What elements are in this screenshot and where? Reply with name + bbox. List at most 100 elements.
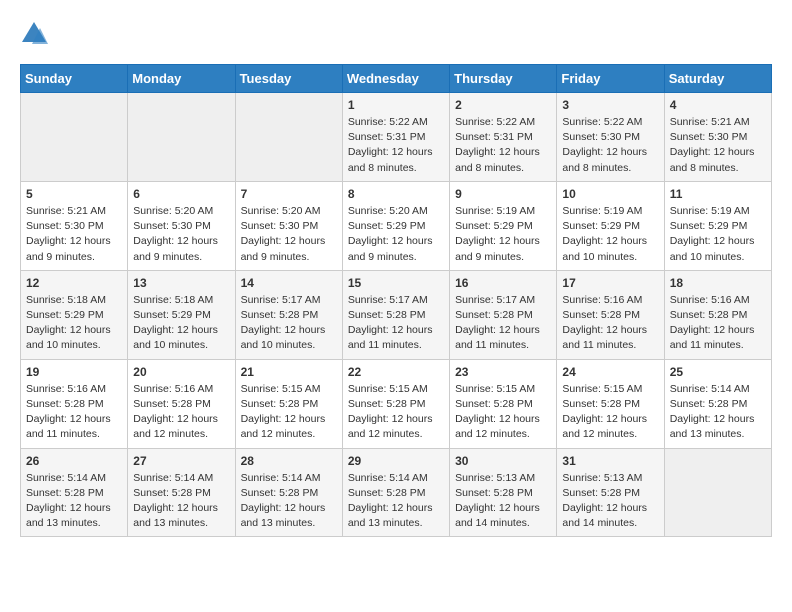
- header-row: SundayMondayTuesdayWednesdayThursdayFrid…: [21, 65, 772, 93]
- header-cell-monday: Monday: [128, 65, 235, 93]
- day-number: 26: [26, 454, 122, 468]
- day-cell: 4Sunrise: 5:21 AM Sunset: 5:30 PM Daylig…: [664, 93, 771, 182]
- day-cell: 8 Sunrise: 5:20 AM Sunset: 5:29 PM Daylig…: [342, 181, 449, 270]
- day-cell: 19Sunrise: 5:16 AM Sunset: 5:28 PM Dayli…: [21, 359, 128, 448]
- day-cell: 1Sunrise: 5:22 AM Sunset: 5:31 PM Daylig…: [342, 93, 449, 182]
- day-cell: 14Sunrise: 5:17 AM Sunset: 5:28 PM Dayli…: [235, 270, 342, 359]
- day-number: 9: [455, 187, 551, 201]
- day-cell: 12Sunrise: 5:18 AM Sunset: 5:29 PM Dayli…: [21, 270, 128, 359]
- calendar-table: SundayMondayTuesdayWednesdayThursdayFrid…: [20, 64, 772, 537]
- day-cell: 30Sunrise: 5:13 AM Sunset: 5:28 PM Dayli…: [450, 448, 557, 537]
- day-number: 31: [562, 454, 658, 468]
- day-info: Sunrise: 5:14 AM Sunset: 5:28 PM Dayligh…: [348, 471, 444, 532]
- day-info: Sunrise: 5:16 AM Sunset: 5:28 PM Dayligh…: [133, 382, 229, 443]
- day-cell: 18 Sunrise: 5:16 AM Sunset: 5:28 PM Dayli…: [664, 270, 771, 359]
- day-number: 5: [26, 187, 122, 201]
- day-cell: 3Sunrise: 5:22 AM Sunset: 5:30 PM Daylig…: [557, 93, 664, 182]
- logo-icon: [20, 20, 48, 48]
- day-info: Sunrise: 5:22 AM Sunset: 5:31 PM Dayligh…: [455, 115, 551, 176]
- day-number: 20: [133, 365, 229, 379]
- day-cell: [21, 93, 128, 182]
- day-number: 28: [241, 454, 337, 468]
- day-cell: [128, 93, 235, 182]
- week-row-1: 1 Sunrise: 5:22 AM Sunset: 5:31 PM Daylig…: [21, 93, 772, 182]
- header-cell-saturday: Saturday: [664, 65, 771, 93]
- day-number: 16: [455, 276, 551, 290]
- day-number: 6: [133, 187, 229, 201]
- day-number: 23: [455, 365, 551, 379]
- day-cell: 7Sunrise: 5:20 AM Sunset: 5:30 PM Daylig…: [235, 181, 342, 270]
- day-info: Sunrise: 5:14 AM Sunset: 5:28 PM Dayligh…: [133, 471, 229, 532]
- day-info: Sunrise: 5:13 AM Sunset: 5:28 PM Dayligh…: [562, 471, 658, 532]
- day-cell: 6 Sunrise: 5:20 AM Sunset: 5:30 PM Daylig…: [128, 181, 235, 270]
- day-cell: 22 Sunrise: 5:15 AM Sunset: 5:28 PM Dayli…: [342, 359, 449, 448]
- day-info: Sunrise: 5:21 AM Sunset: 5:30 PM Dayligh…: [26, 204, 122, 265]
- day-cell: 23 Sunrise: 5:15 AM Sunset: 5:28 PM Dayli…: [450, 359, 557, 448]
- day-info: Sunrise: 5:15 AM Sunset: 5:28 PM Dayligh…: [455, 382, 551, 443]
- day-number: 2: [455, 98, 551, 112]
- day-info: Sunrise: 5:15 AM Sunset: 5:28 PM Dayligh…: [348, 382, 444, 443]
- day-number: 7: [241, 187, 337, 201]
- day-cell: 11Sunrise: 5:19 AM Sunset: 5:29 PM Dayli…: [664, 181, 771, 270]
- day-info: Sunrise: 5:18 AM Sunset: 5:29 PM Dayligh…: [133, 293, 229, 354]
- day-number: 3: [562, 98, 658, 112]
- day-cell: 2 Sunrise: 5:22 AM Sunset: 5:31 PM Daylig…: [450, 93, 557, 182]
- day-number: 14: [241, 276, 337, 290]
- day-cell: 21Sunrise: 5:15 AM Sunset: 5:28 PM Dayli…: [235, 359, 342, 448]
- day-cell: 5 Sunrise: 5:21 AM Sunset: 5:30 PM Daylig…: [21, 181, 128, 270]
- day-info: Sunrise: 5:16 AM Sunset: 5:28 PM Dayligh…: [562, 293, 658, 354]
- day-cell: 10Sunrise: 5:19 AM Sunset: 5:29 PM Dayli…: [557, 181, 664, 270]
- day-info: Sunrise: 5:18 AM Sunset: 5:29 PM Dayligh…: [26, 293, 122, 354]
- day-info: Sunrise: 5:15 AM Sunset: 5:28 PM Dayligh…: [562, 382, 658, 443]
- week-row-5: 26 Sunrise: 5:14 AM Sunset: 5:28 PM Dayli…: [21, 448, 772, 537]
- day-number: 19: [26, 365, 122, 379]
- day-cell: 15 Sunrise: 5:17 AM Sunset: 5:28 PM Dayli…: [342, 270, 449, 359]
- day-number: 15: [348, 276, 444, 290]
- day-cell: 29 Sunrise: 5:14 AM Sunset: 5:28 PM Dayli…: [342, 448, 449, 537]
- day-cell: 20 Sunrise: 5:16 AM Sunset: 5:28 PM Dayli…: [128, 359, 235, 448]
- day-number: 13: [133, 276, 229, 290]
- day-info: Sunrise: 5:20 AM Sunset: 5:30 PM Dayligh…: [133, 204, 229, 265]
- day-number: 17: [562, 276, 658, 290]
- day-info: Sunrise: 5:14 AM Sunset: 5:28 PM Dayligh…: [26, 471, 122, 532]
- day-number: 4: [670, 98, 766, 112]
- day-cell: 31 Sunrise: 5:13 AM Sunset: 5:28 PM Dayli…: [557, 448, 664, 537]
- day-cell: 17 Sunrise: 5:16 AM Sunset: 5:28 PM Dayli…: [557, 270, 664, 359]
- day-number: 10: [562, 187, 658, 201]
- day-number: 22: [348, 365, 444, 379]
- day-info: Sunrise: 5:13 AM Sunset: 5:28 PM Dayligh…: [455, 471, 551, 532]
- week-row-3: 12Sunrise: 5:18 AM Sunset: 5:29 PM Dayli…: [21, 270, 772, 359]
- calendar-header: SundayMondayTuesdayWednesdayThursdayFrid…: [21, 65, 772, 93]
- day-cell: 25 Sunrise: 5:14 AM Sunset: 5:28 PM Dayli…: [664, 359, 771, 448]
- day-number: 25: [670, 365, 766, 379]
- day-number: 8: [348, 187, 444, 201]
- day-info: Sunrise: 5:17 AM Sunset: 5:28 PM Dayligh…: [348, 293, 444, 354]
- day-cell: 24 Sunrise: 5:15 AM Sunset: 5:28 PM Dayli…: [557, 359, 664, 448]
- header-cell-tuesday: Tuesday: [235, 65, 342, 93]
- week-row-2: 5 Sunrise: 5:21 AM Sunset: 5:30 PM Daylig…: [21, 181, 772, 270]
- day-info: Sunrise: 5:20 AM Sunset: 5:29 PM Dayligh…: [348, 204, 444, 265]
- page-header: [20, 20, 772, 48]
- day-number: 1: [348, 98, 444, 112]
- day-info: Sunrise: 5:19 AM Sunset: 5:29 PM Dayligh…: [670, 204, 766, 265]
- day-info: Sunrise: 5:16 AM Sunset: 5:28 PM Dayligh…: [670, 293, 766, 354]
- day-cell: 27Sunrise: 5:14 AM Sunset: 5:28 PM Dayli…: [128, 448, 235, 537]
- day-cell: 26 Sunrise: 5:14 AM Sunset: 5:28 PM Dayli…: [21, 448, 128, 537]
- day-number: 18: [670, 276, 766, 290]
- week-row-4: 19 Sunrise: 5:16 AM Sunset: 5:28 PM Dayli…: [21, 359, 772, 448]
- day-info: Sunrise: 5:17 AM Sunset: 5:28 PM Dayligh…: [455, 293, 551, 354]
- day-cell: 13 Sunrise: 5:18 AM Sunset: 5:29 PM Dayli…: [128, 270, 235, 359]
- day-cell: [664, 448, 771, 537]
- logo: [20, 20, 52, 48]
- day-cell: 28Sunrise: 5:14 AM Sunset: 5:28 PM Dayli…: [235, 448, 342, 537]
- day-cell: [235, 93, 342, 182]
- day-number: 29: [348, 454, 444, 468]
- day-info: Sunrise: 5:15 AM Sunset: 5:28 PM Dayligh…: [241, 382, 337, 443]
- day-info: Sunrise: 5:14 AM Sunset: 5:28 PM Dayligh…: [670, 382, 766, 443]
- header-cell-thursday: Thursday: [450, 65, 557, 93]
- header-cell-sunday: Sunday: [21, 65, 128, 93]
- header-cell-wednesday: Wednesday: [342, 65, 449, 93]
- day-number: 24: [562, 365, 658, 379]
- day-cell: 16 Sunrise: 5:17 AM Sunset: 5:28 PM Dayli…: [450, 270, 557, 359]
- day-cell: 9Sunrise: 5:19 AM Sunset: 5:29 PM Daylig…: [450, 181, 557, 270]
